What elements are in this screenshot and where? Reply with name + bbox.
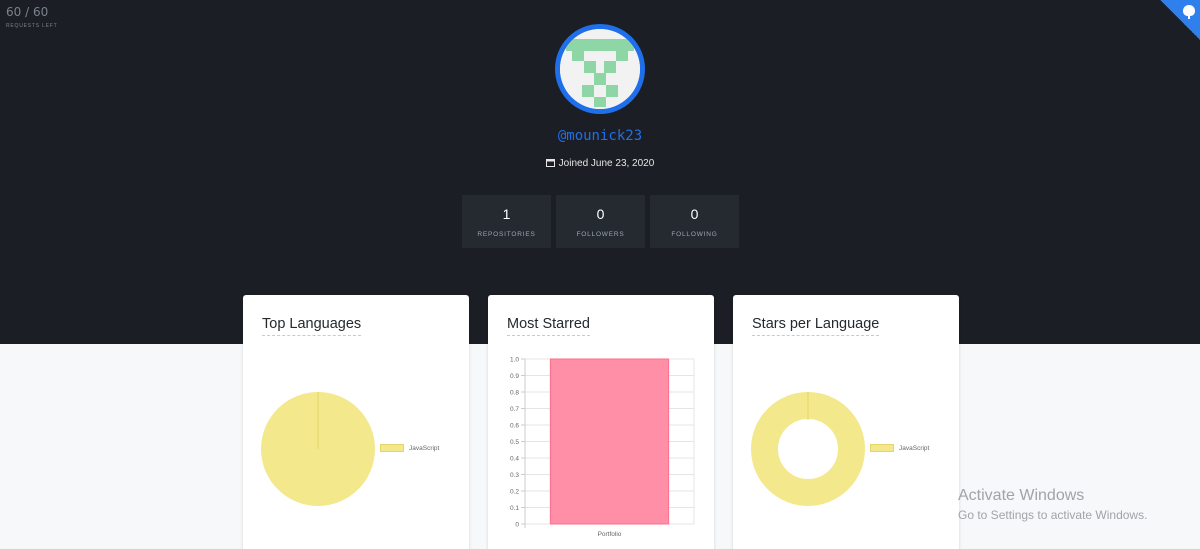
rate-limit: 60 / 60 REQUESTS LEFT <box>6 5 58 29</box>
stat-label: REPOSITORIES <box>477 231 536 238</box>
most-starred-chart: 1.0 0.9 0.8 0.7 0.6 0.5 0.4 0.3 0.2 0.1 0 Portfolio <box>488 347 714 549</box>
most-starred-card: Most Starred 1.0 0.9 0.8 0.7 0.6 0.5 0.4 0.3 0.2… <box>488 295 714 549</box>
chart-legend[interactable]: JavaScript <box>870 444 929 452</box>
octocat-icon <box>1183 5 1195 19</box>
rate-limit-label: REQUESTS LEFT <box>6 23 58 29</box>
y-tick-label: 0.5 <box>510 439 519 446</box>
y-tick-label: 0 <box>515 522 519 529</box>
y-tick-label: 0.3 <box>510 472 519 479</box>
watermark-title: Activate Windows <box>958 487 1085 504</box>
stat-value: 1 <box>502 206 511 222</box>
stat-value: 0 <box>596 206 605 222</box>
bar-portfolio[interactable] <box>549 358 670 525</box>
y-tick-label: 0.6 <box>510 423 519 430</box>
card-title: Stars per Language <box>752 316 880 336</box>
y-tick-label: 0.9 <box>510 373 519 380</box>
x-tick-label: Portfolio <box>598 531 622 538</box>
windows-activation-watermark: Activate Windows Go to Settings to activ… <box>958 487 1147 522</box>
card-title: Most Starred <box>507 316 590 336</box>
legend-label: JavaScript <box>409 444 440 452</box>
avatar <box>555 24 645 114</box>
most-starred-bar-chart: 1.0 0.9 0.8 0.7 0.6 0.5 0.4 0.3 0.2 0.1 0 Portfolio <box>510 357 695 538</box>
y-tick-label: 0.4 <box>510 456 519 463</box>
y-tick-label: 0.8 <box>510 390 519 397</box>
card-title: Top Languages <box>262 316 362 336</box>
join-date-text: Joined June 23, 2020 <box>558 158 655 169</box>
legend-label: JavaScript <box>899 444 930 452</box>
rate-limit-count: 60 / 60 <box>6 5 49 19</box>
stat-following: 0 FOLLOWING <box>650 195 739 248</box>
stars-per-language-card: Stars per Language JavaScript <box>733 295 959 549</box>
stat-label: FOLLOWERS <box>576 231 625 238</box>
join-date: Joined June 23, 2020 <box>0 158 1200 169</box>
stars-per-language-chart: JavaScript <box>733 347 959 549</box>
github-corner-link[interactable] <box>1160 0 1200 40</box>
stat-value: 0 <box>690 206 699 222</box>
stat-repositories: 1 REPOSITORIES <box>462 195 551 248</box>
calendar-icon <box>545 159 555 167</box>
y-tick-label: 0.2 <box>510 489 519 496</box>
watermark-subtitle: Go to Settings to activate Windows. <box>958 508 1148 522</box>
legend-swatch <box>870 444 894 452</box>
stats-bar: 1 REPOSITORIES 0 FOLLOWERS 0 FOLLOWING <box>462 195 739 248</box>
stat-label: FOLLOWING <box>671 231 718 238</box>
top-languages-card: Top Languages JavaScript <box>243 295 469 549</box>
y-tick-label: 1.0 <box>510 357 519 364</box>
y-tick-label: 0.7 <box>510 406 519 413</box>
username[interactable]: @mounick23 <box>0 128 1200 144</box>
chart-legend[interactable]: JavaScript <box>380 444 439 452</box>
legend-swatch <box>380 444 404 452</box>
stat-followers: 0 FOLLOWERS <box>556 195 645 248</box>
top-languages-chart: JavaScript <box>243 347 469 549</box>
y-tick-label: 0.1 <box>510 505 519 512</box>
